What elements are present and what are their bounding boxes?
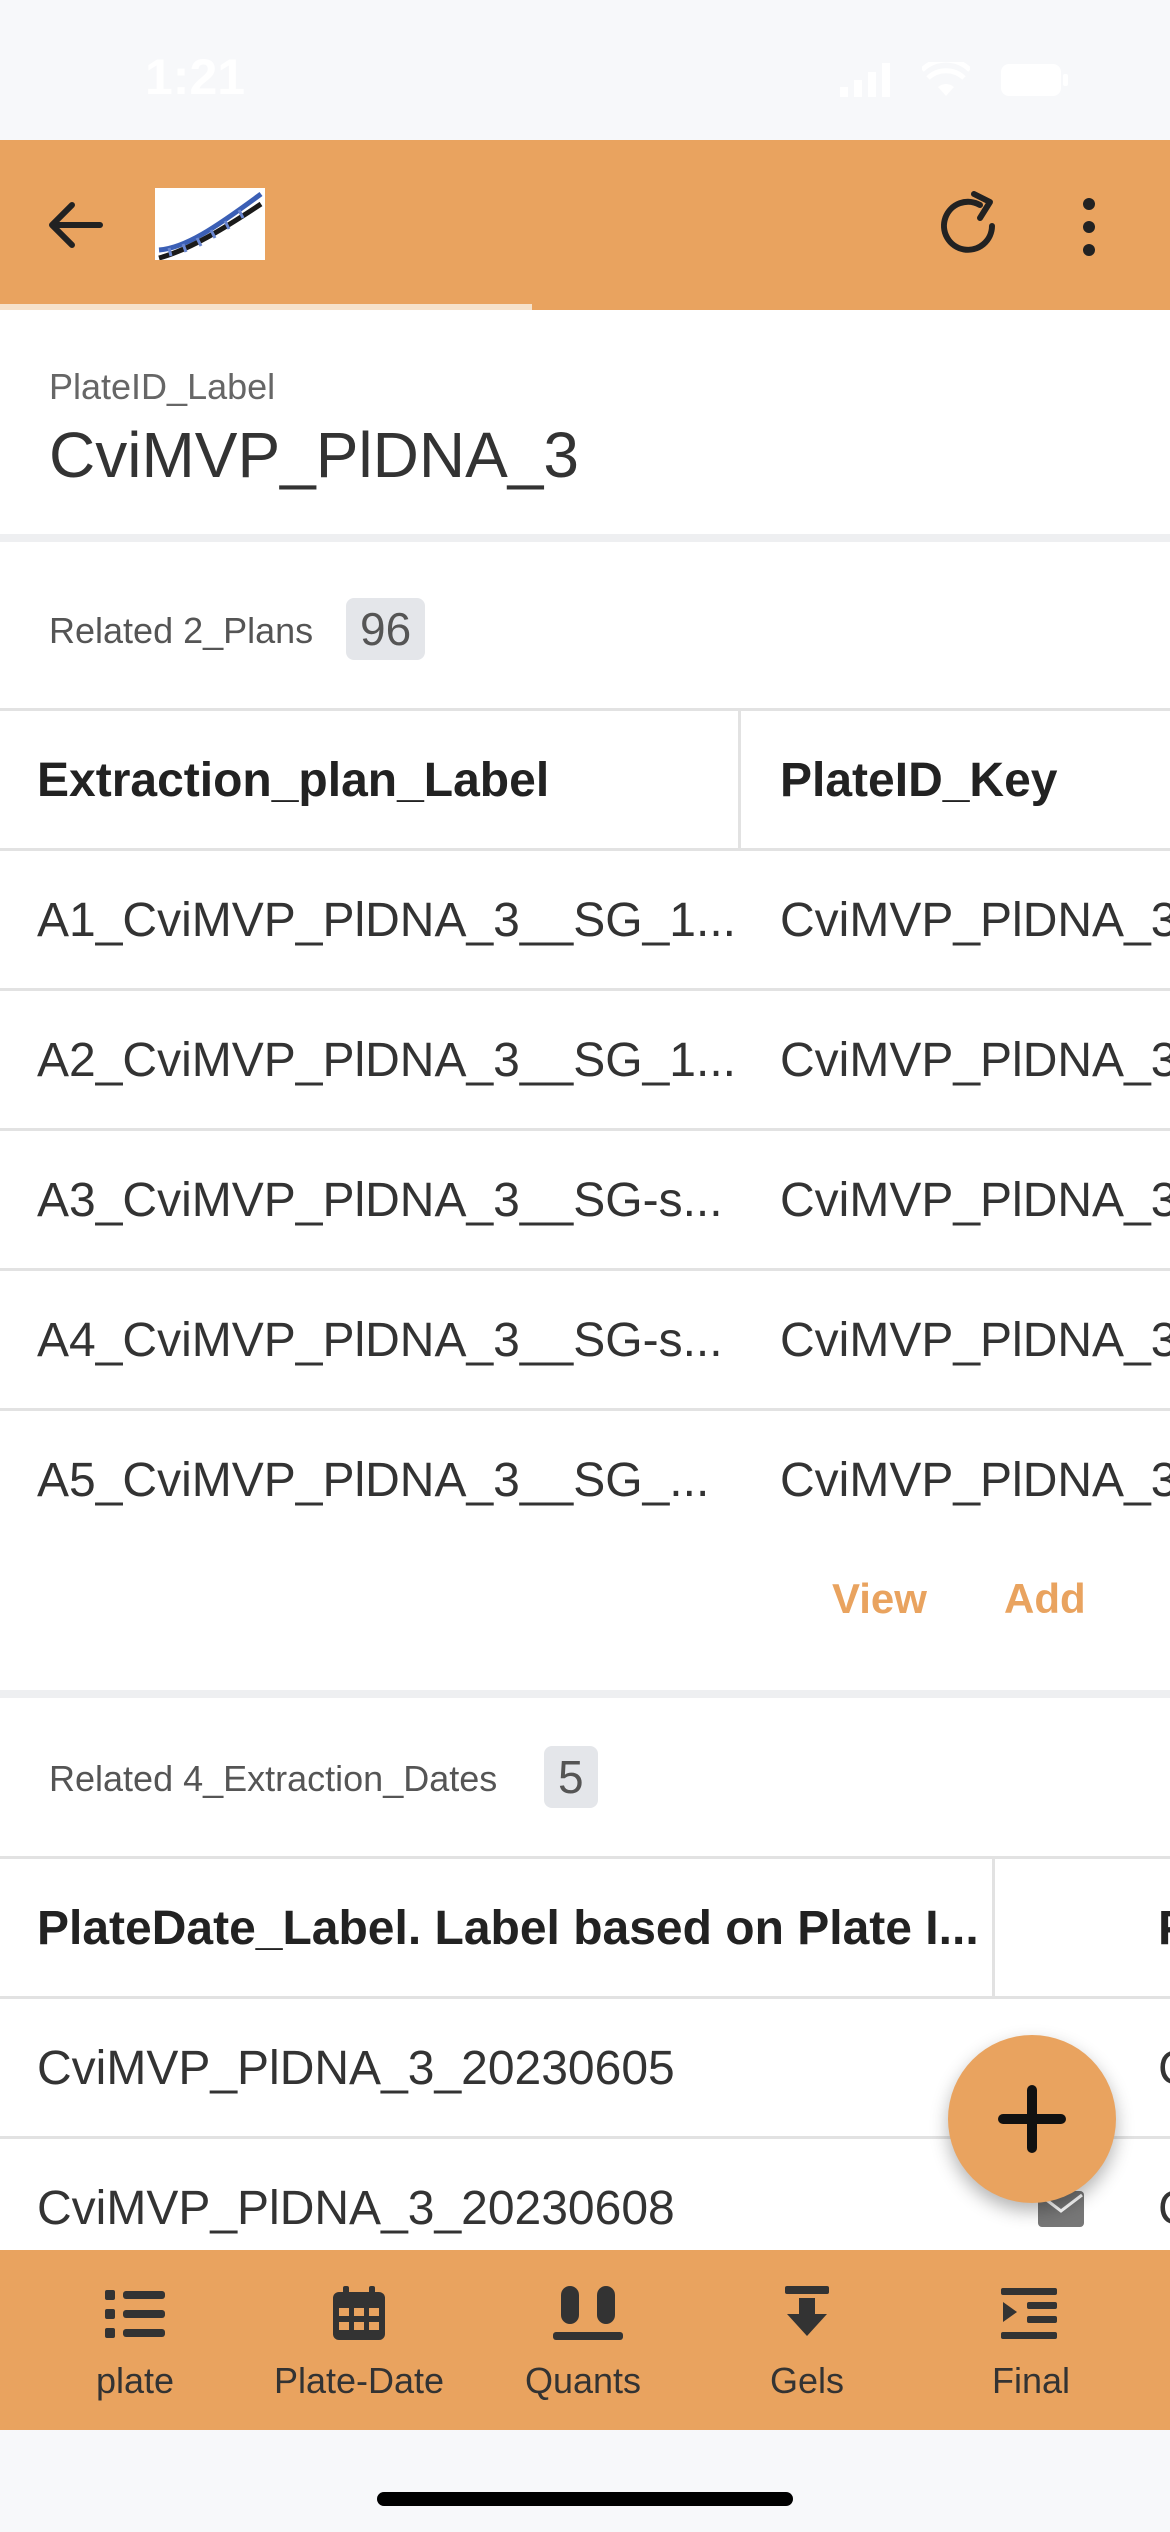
related-plans-header: Related 2_Plans 96: [0, 550, 1170, 710]
table-row[interactable]: A1_CviMVP_PlDNA_3__SG_1... CviMVP_PlDNA_…: [0, 848, 1170, 988]
table-row[interactable]: A3_CviMVP_PlDNA_3__SG-s... CviMVP_PlDNA_…: [0, 1128, 1170, 1268]
status-bar: 1:21: [0, 0, 1170, 140]
cell: A5_CviMVP_PlDNA_3__SG_...: [37, 1454, 710, 1507]
back-arrow-icon[interactable]: [40, 190, 110, 260]
nav-item-quants[interactable]: Quants: [471, 2250, 695, 2430]
download-icon: [785, 2286, 829, 2336]
status-time: 1:21: [145, 49, 246, 105]
table-row[interactable]: A4_CviMVP_PlDNA_3__SG-s... CviMVP_PlDNA_…: [0, 1268, 1170, 1408]
plate-id-field: PlateID_Label CviMVP_PlDNA_3: [0, 310, 1170, 542]
indent-icon: [1001, 2288, 1057, 2339]
add-button[interactable]: Add: [1004, 1575, 1086, 1623]
nav-label: plate: [95, 2360, 175, 2401]
dna-icon: [158, 191, 263, 260]
cellular-icon: [840, 63, 890, 97]
cell: CviMVP_PlDNA_3: [780, 1314, 1170, 1367]
column-header[interactable]: PlateDate_Label. Label based on Plate I.…: [37, 1901, 979, 1956]
cell: C: [1158, 2041, 1170, 2096]
count-badge: 5: [544, 1746, 598, 1808]
home-indicator[interactable]: [377, 2492, 793, 2506]
field-label: PlateID_Label: [49, 366, 276, 407]
column-header[interactable]: Extraction_plan_Label: [37, 753, 549, 808]
table-row[interactable]: A2_CviMVP_PlDNA_3__SG_1... CviMVP_PlDNA_…: [0, 988, 1170, 1128]
cell: C: [1158, 2181, 1170, 2236]
table-header-row: Extraction_plan_Label PlateID_Key: [0, 708, 1170, 851]
table-row[interactable]: A5_CviMVP_PlDNA_3__SG_... CviMVP_PlDNA_3: [0, 1408, 1170, 1548]
nav-item-gels[interactable]: Gels: [695, 2250, 919, 2430]
section-divider: [0, 1690, 1170, 1698]
count-badge: 96: [346, 598, 426, 660]
wifi-icon: [922, 62, 970, 96]
related-dates-header: Related 4_Extraction_Dates 5: [0, 1698, 1170, 1858]
battery-icon: [1001, 64, 1068, 96]
view-button[interactable]: View: [832, 1575, 927, 1623]
more-vert-icon[interactable]: [1065, 192, 1113, 262]
add-fab-button[interactable]: [948, 2035, 1116, 2203]
cell: A1_CviMVP_PlDNA_3__SG_1...: [37, 894, 736, 947]
test-tubes-icon: [553, 2286, 623, 2340]
column-header[interactable]: PlateID_Key: [780, 753, 1057, 808]
nav-item-final[interactable]: Final: [919, 2250, 1143, 2430]
cell: CviMVP_PlDNA_3_20230608: [37, 2182, 675, 2235]
list-icon: [105, 2290, 165, 2338]
nav-item-plate-date[interactable]: Plate-Date: [247, 2250, 471, 2430]
column-divider: [738, 711, 741, 851]
cell: CviMVP_PlDNA_3: [780, 1454, 1170, 1507]
column-header[interactable]: P: [1158, 1901, 1170, 1956]
nav-label: Final: [991, 2360, 1071, 2401]
bottom-nav: plate Plate-Date Quants Gels Final: [0, 2250, 1170, 2430]
cell: CviMVP_PlDNA_3: [780, 1174, 1170, 1227]
refresh-icon[interactable]: [930, 188, 1006, 264]
nav-label: Quants: [524, 2360, 642, 2401]
dna-logo: [155, 188, 265, 260]
nav-label: Gels: [769, 2360, 845, 2401]
cell: CviMVP_PlDNA_3: [780, 1034, 1170, 1087]
field-value: CviMVP_PlDNA_3: [49, 419, 579, 491]
plans-actions: View Add: [0, 1550, 1170, 1690]
nav-label: Plate-Date: [273, 2360, 445, 2401]
table-header-row: PlateDate_Label. Label based on Plate I.…: [0, 1856, 1170, 1999]
calendar-icon: [333, 2286, 385, 2340]
home-area: [0, 2430, 1170, 2532]
status-icons: [840, 62, 1070, 98]
section-title: Related 2_Plans: [49, 610, 314, 651]
cell: CviMVP_PlDNA_3_20230605: [37, 2042, 675, 2095]
column-divider: [992, 1859, 995, 1999]
cell: CviMVP_PlDNA_3: [780, 894, 1170, 947]
plans-table: Extraction_plan_Label PlateID_Key A1_Cvi…: [0, 708, 1170, 1550]
app-header: [0, 140, 1170, 310]
cell: A4_CviMVP_PlDNA_3__SG-s...: [37, 1314, 723, 1367]
plus-icon: [998, 2085, 1066, 2153]
cell: A2_CviMVP_PlDNA_3__SG_1...: [37, 1034, 736, 1087]
cell: A3_CviMVP_PlDNA_3__SG-s...: [37, 1174, 723, 1227]
section-title: Related 4_Extraction_Dates: [49, 1758, 498, 1799]
nav-item-plate[interactable]: plate: [23, 2250, 247, 2430]
